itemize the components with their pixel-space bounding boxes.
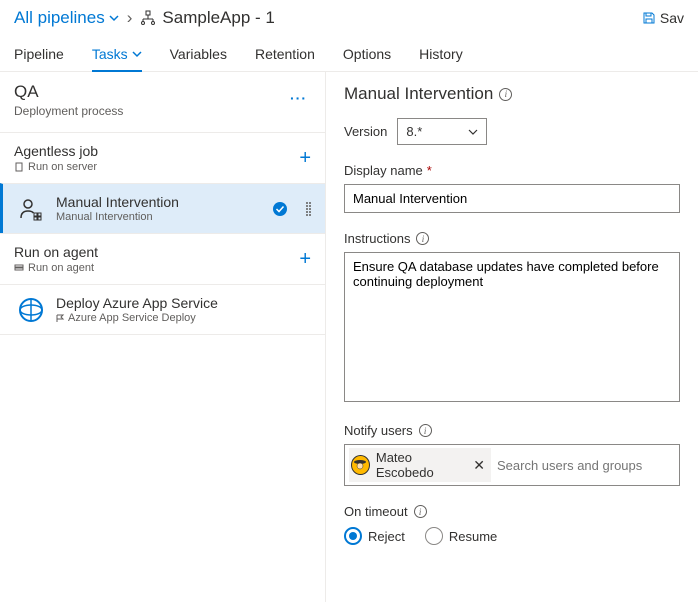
drag-handle[interactable]	[306, 202, 311, 216]
user-settings-icon	[18, 196, 44, 222]
breadcrumb-current-label: SampleApp - 1	[162, 8, 274, 28]
notify-users-input[interactable]	[495, 456, 675, 475]
task-subtitle: Azure App Service Deploy	[68, 312, 196, 324]
info-icon[interactable]: i	[416, 232, 429, 245]
user-chip: Mateo Escobedo ✕	[349, 448, 491, 482]
notify-users-picker[interactable]: Mateo Escobedo ✕	[344, 444, 680, 486]
radio-label: Reject	[368, 529, 405, 544]
stage-header[interactable]: QA Deployment process ···	[0, 72, 325, 132]
task-subtitle: Manual Intervention	[56, 211, 260, 223]
stage-title: QA	[14, 82, 123, 102]
azure-app-service-icon	[18, 297, 44, 323]
on-timeout-label: On timeout	[344, 504, 408, 519]
add-task-button[interactable]: +	[299, 147, 311, 170]
save-label: Sav	[660, 10, 684, 26]
breadcrumb-root-label: All pipelines	[14, 8, 105, 28]
version-label: Version	[344, 124, 387, 139]
chevron-down-icon	[132, 46, 142, 62]
version-value: 8.*	[406, 124, 422, 139]
radio-icon	[344, 527, 362, 545]
job-title: Run on agent	[14, 244, 98, 260]
breadcrumb-root-link[interactable]: All pipelines	[14, 8, 119, 28]
timeout-reject-radio[interactable]: Reject	[344, 527, 405, 545]
breadcrumb-separator: ›	[127, 8, 133, 28]
timeout-resume-radio[interactable]: Resume	[425, 527, 497, 545]
check-icon	[272, 201, 288, 217]
task-manual-intervention[interactable]: Manual Intervention Manual Intervention	[0, 183, 325, 233]
info-icon[interactable]: i	[419, 424, 432, 437]
info-icon[interactable]: i	[499, 88, 512, 101]
tab-pipeline[interactable]: Pipeline	[14, 36, 64, 71]
avatar	[351, 455, 370, 475]
stage-subtitle: Deployment process	[14, 104, 123, 118]
more-options-button[interactable]: ···	[286, 88, 311, 108]
tab-history[interactable]: History	[419, 36, 463, 71]
chevron-down-icon	[109, 13, 119, 23]
server-icon	[14, 162, 24, 172]
save-icon	[642, 11, 656, 25]
add-task-button[interactable]: +	[299, 248, 311, 271]
job-run-on-agent[interactable]: Run on agent Run on agent +	[0, 234, 325, 284]
notify-users-label: Notify users	[344, 423, 413, 438]
tab-tasks[interactable]: Tasks	[92, 36, 142, 72]
radio-icon	[425, 527, 443, 545]
agent-icon	[14, 263, 24, 273]
display-name-input[interactable]	[344, 184, 680, 213]
job-subtitle: Run on agent	[28, 262, 94, 274]
job-subtitle: Run on server	[28, 161, 97, 173]
breadcrumb: All pipelines › SampleApp - 1	[14, 8, 275, 28]
flag-icon	[56, 314, 65, 323]
instructions-label: Instructions	[344, 231, 410, 246]
tab-variables[interactable]: Variables	[170, 36, 227, 71]
remove-chip-button[interactable]: ✕	[473, 457, 485, 474]
tab-bar: Pipeline Tasks Variables Retention Optio…	[0, 36, 698, 72]
save-button[interactable]: Sav	[642, 10, 684, 26]
job-agentless[interactable]: Agentless job Run on server +	[0, 133, 325, 183]
version-select[interactable]: 8.*	[397, 118, 487, 145]
info-icon[interactable]: i	[414, 505, 427, 518]
breadcrumb-current: SampleApp - 1	[140, 8, 274, 28]
task-deploy-azure[interactable]: Deploy Azure App Service Azure App Servi…	[0, 284, 325, 334]
chevron-down-icon	[468, 127, 478, 137]
tab-options[interactable]: Options	[343, 36, 391, 71]
pipeline-icon	[140, 10, 156, 26]
radio-label: Resume	[449, 529, 497, 544]
task-title: Manual Intervention	[56, 194, 260, 210]
user-chip-label: Mateo Escobedo	[376, 450, 467, 480]
required-indicator: *	[427, 163, 432, 178]
display-name-label: Display name	[344, 163, 423, 178]
tab-retention[interactable]: Retention	[255, 36, 315, 71]
task-title: Deploy Azure App Service	[56, 295, 311, 311]
instructions-textarea[interactable]	[344, 252, 680, 402]
job-title: Agentless job	[14, 143, 98, 159]
panel-title: Manual Intervention i	[344, 84, 680, 104]
